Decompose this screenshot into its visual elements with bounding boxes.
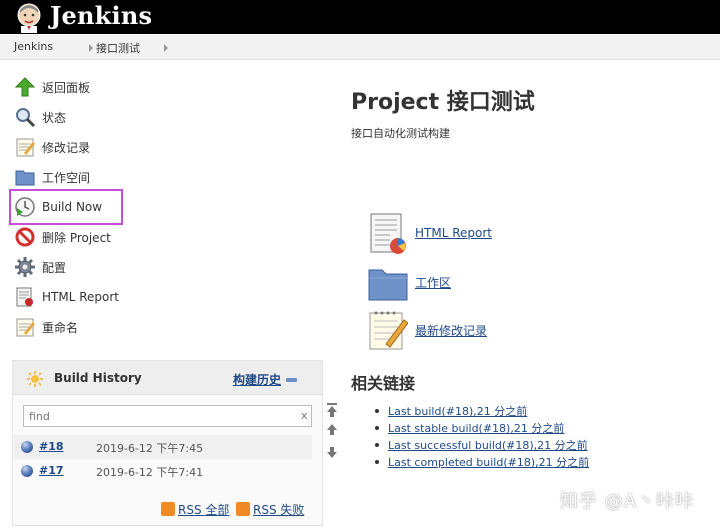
- project-description: 接口自动化测试构建: [351, 127, 450, 140]
- task-rename[interactable]: 重命名: [14, 314, 214, 340]
- task-workspace[interactable]: 工作空间: [14, 164, 214, 190]
- list-item: Last stable build(#18),21 分之前: [375, 420, 589, 437]
- rename-icon: [16, 318, 35, 337]
- list-item: Last completed build(#18),21 分之前: [375, 454, 589, 471]
- jenkins-brand[interactable]: Jenkins: [50, 1, 152, 30]
- last-successful-build-link[interactable]: Last successful build(#18),21 分之前: [388, 439, 588, 452]
- folder-icon: [15, 170, 35, 186]
- rss-icon: [236, 502, 250, 516]
- scroll-top-icon: [327, 403, 337, 405]
- build-search-input[interactable]: [24, 406, 294, 426]
- list-item: Last build(#18),21 分之前: [375, 403, 589, 420]
- sun-icon: [27, 371, 43, 387]
- build-date: 2019-6-12 下午7:45: [96, 442, 204, 455]
- up-arrow-icon: [14, 77, 36, 97]
- blue-ball-status-icon: [21, 465, 33, 477]
- clock-play-icon: [15, 197, 35, 217]
- task-changes[interactable]: 修改记录: [14, 134, 214, 160]
- search-clear-icon[interactable]: x: [301, 409, 308, 422]
- breadcrumb-project[interactable]: 接口测试: [96, 40, 140, 56]
- task-back-to-dashboard[interactable]: 返回面板: [14, 74, 214, 100]
- task-build-now[interactable]: Build Now: [14, 194, 214, 220]
- last-stable-build-link[interactable]: Last stable build(#18),21 分之前: [388, 422, 564, 435]
- build-number-link[interactable]: #17: [39, 464, 64, 477]
- project-title: Project 接口测试: [351, 90, 535, 115]
- notepad-icon: [16, 138, 35, 157]
- blue-ball-status-icon: [21, 441, 33, 453]
- task-delete-project[interactable]: 删除 Project: [14, 224, 214, 250]
- main-link-recent-changes[interactable]: 最新修改记录: [368, 308, 568, 352]
- history-scroll-controls[interactable]: [324, 402, 340, 462]
- top-header: Jenkins: [0, 0, 720, 34]
- main-link-html-report[interactable]: HTML Report: [368, 212, 568, 256]
- breadcrumb-chevron-icon[interactable]: [164, 44, 168, 52]
- html-report-link[interactable]: HTML Report: [415, 226, 492, 240]
- jenkins-logo-icon[interactable]: [13, 1, 45, 33]
- task-label: 配置: [42, 260, 67, 275]
- task-label: HTML Report: [42, 290, 119, 304]
- build-trend-link[interactable]: 构建历史: [233, 371, 281, 388]
- task-label: 修改记录: [42, 140, 91, 155]
- build-history-title: Build History: [54, 371, 142, 385]
- build-row: #17 2019-6-12 下午7:41: [14, 459, 312, 483]
- collapse-minus-icon[interactable]: [286, 378, 297, 382]
- task-label: Build Now: [42, 200, 103, 214]
- task-label: 工作空间: [42, 170, 91, 185]
- task-label: 删除 Project: [42, 230, 111, 245]
- build-search-box: x: [23, 405, 312, 427]
- build-row: #18 2019-6-12 下午7:45: [14, 435, 312, 459]
- task-label: 返回面板: [42, 80, 91, 95]
- notepad-pencil-icon: [369, 311, 408, 350]
- gear-icon: [15, 257, 35, 277]
- no-entry-icon: [15, 227, 35, 247]
- breadcrumb-chevron-icon[interactable]: [89, 44, 93, 52]
- related-links-title: 相关链接: [351, 374, 416, 393]
- task-label: 状态: [42, 110, 67, 125]
- build-number-link[interactable]: #18: [39, 440, 64, 453]
- list-item: Last successful build(#18),21 分之前: [375, 437, 589, 454]
- rss-failed[interactable]: RSS 失败: [236, 501, 304, 518]
- task-configure[interactable]: 配置: [14, 254, 214, 280]
- build-history-panel: Build History 构建历史 x #18 2019-6-12 下午7:4…: [12, 360, 323, 526]
- task-status[interactable]: 状态: [14, 104, 214, 130]
- report-chart-icon: [370, 213, 406, 254]
- last-build-link[interactable]: Last build(#18),21 分之前: [388, 405, 527, 418]
- recent-changes-link[interactable]: 最新修改记录: [415, 322, 487, 339]
- folder-icon: [368, 269, 408, 301]
- task-label: 重命名: [42, 320, 79, 335]
- report-icon: [16, 287, 33, 307]
- main-link-workspace[interactable]: 工作区: [368, 260, 568, 304]
- rss-icon: [161, 502, 175, 516]
- magnifier-icon: [16, 108, 36, 128]
- rss-all-link[interactable]: RSS 全部: [178, 503, 229, 517]
- build-history-header: Build History 构建历史: [13, 361, 322, 395]
- related-links-list: Last build(#18),21 分之前 Last stable build…: [375, 403, 589, 471]
- scroll-up-icon: [327, 424, 337, 435]
- breadcrumb: Jenkins 接口测试: [0, 35, 720, 60]
- task-html-report[interactable]: HTML Report: [14, 284, 214, 310]
- build-date: 2019-6-12 下午7:41: [96, 466, 204, 479]
- rss-failed-link[interactable]: RSS 失败: [253, 503, 304, 517]
- breadcrumb-jenkins[interactable]: Jenkins: [14, 40, 53, 53]
- workspace-link[interactable]: 工作区: [415, 274, 451, 291]
- last-completed-build-link[interactable]: Last completed build(#18),21 分之前: [388, 456, 589, 469]
- rss-all[interactable]: RSS 全部: [161, 501, 229, 518]
- scroll-down-icon: [327, 447, 337, 458]
- watermark: 知乎 @A丶咔咔: [560, 491, 695, 512]
